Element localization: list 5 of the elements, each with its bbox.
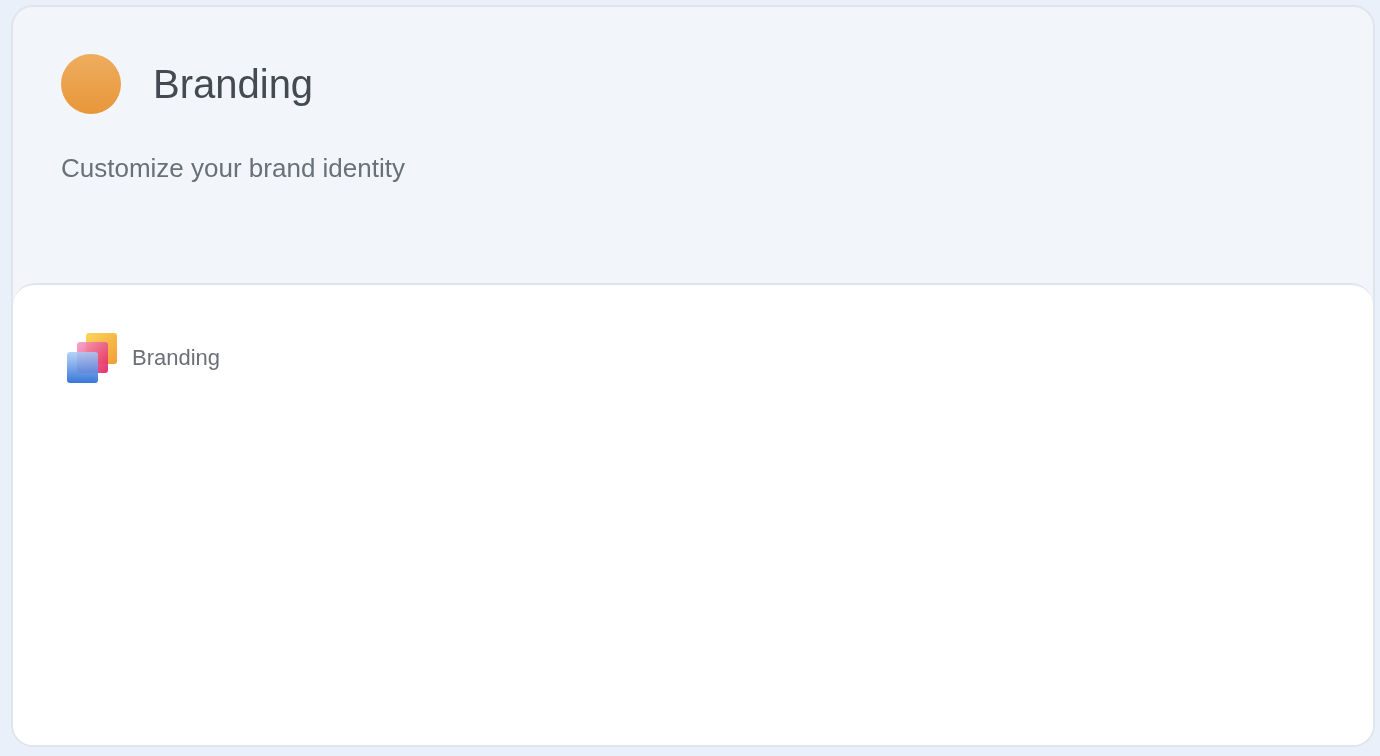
layered-squares-icon bbox=[67, 333, 117, 383]
branding-link[interactable]: Branding bbox=[67, 333, 221, 383]
page-subtitle: Customize your brand identity bbox=[61, 152, 406, 184]
circle-icon bbox=[61, 54, 121, 114]
page-title: Branding bbox=[153, 61, 314, 108]
